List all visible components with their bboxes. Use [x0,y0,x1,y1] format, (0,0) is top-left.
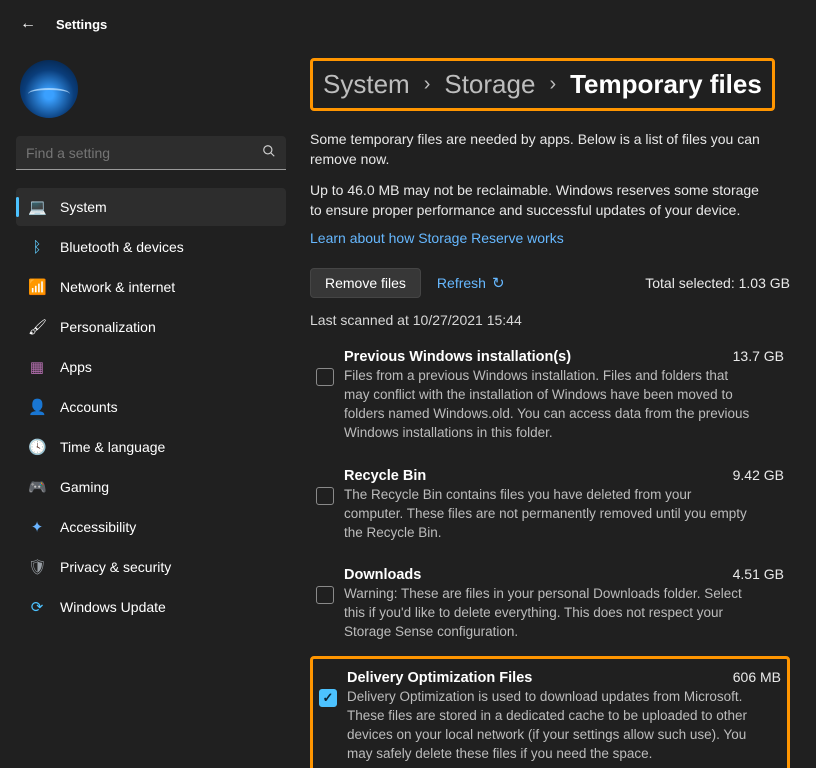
file-previous-windows-checkbox[interactable] [316,368,334,386]
breadcrumb: System › Storage › Temporary files [310,58,775,111]
file-recycle-bin-checkbox[interactable] [316,487,334,505]
file-recycle-bin: Recycle Bin 9.42 GB The Recycle Bin contai… [310,457,790,557]
sidebar-item-update[interactable]: ⟳ Windows Update [16,588,286,626]
sidebar-item-bluetooth-icon: ᛒ [28,239,46,256]
sidebar-item-label: Personalization [60,319,156,335]
file-size: 13.7 GB [733,348,784,364]
breadcrumb-system[interactable]: System [323,69,410,100]
file-description: The Recycle Bin contains files you have … [344,486,754,543]
file-title: Recycle Bin [344,468,426,484]
chevron-right-icon: › [549,73,556,96]
sidebar-item-label: System [60,199,107,215]
back-button[interactable]: ← [20,15,36,33]
refresh-icon: ↻ [492,274,505,292]
file-previous-windows: Previous Windows installation(s) 13.7 GB F… [310,338,790,457]
breadcrumb-storage[interactable]: Storage [444,69,535,100]
sidebar-item-label: Accessibility [60,519,136,535]
sidebar-item-accessibility-icon: ✦ [28,518,46,536]
sidebar-item-label: Apps [60,359,92,375]
sidebar-item-gaming[interactable]: 🎮 Gaming [16,468,286,506]
file-size: 606 MB [733,669,781,685]
file-delivery-optimization-checkbox[interactable]: ✓ [319,689,337,707]
sidebar-item-system[interactable]: 💻 System [16,188,286,226]
sidebar-item-bluetooth[interactable]: ᛒ Bluetooth & devices [16,228,286,266]
sidebar-item-privacy-icon: 🛡 [28,558,46,576]
sidebar-item-label: Gaming [60,479,109,495]
file-title: Delivery Optimization Files [347,670,532,686]
sidebar-item-label: Accounts [60,399,118,415]
sidebar-item-network-icon: 📶 [28,278,46,296]
sidebar-item-time[interactable]: 🕓 Time & language [16,428,286,466]
description-line1: Some temporary files are needed by apps.… [310,129,770,170]
sidebar-item-apps[interactable]: ▦ Apps [16,348,286,386]
sidebar-item-personalization-icon: 🖌 [28,318,46,336]
last-scanned: Last scanned at 10/27/2021 15:44 [310,312,790,328]
file-downloads-checkbox[interactable] [316,586,334,604]
sidebar-item-update-icon: ⟳ [28,598,46,616]
sidebar-item-network[interactable]: 📶 Network & internet [16,268,286,306]
file-description: Files from a previous Windows installati… [344,367,754,443]
sidebar-item-label: Network & internet [60,279,175,295]
sidebar-item-privacy[interactable]: 🛡 Privacy & security [16,548,286,586]
file-title: Downloads [344,567,421,583]
search-input[interactable] [26,145,262,161]
avatar[interactable] [20,60,78,118]
file-title: Previous Windows installation(s) [344,349,571,365]
total-selected: Total selected: 1.03 GB [645,275,790,291]
file-downloads: Downloads 4.51 GB Warning: These are files… [310,556,790,656]
sidebar-item-label: Bluetooth & devices [60,239,184,255]
file-delivery-optimization: ✓ Delivery Optimization Files 606 MB Delive… [310,656,790,768]
sidebar-item-label: Privacy & security [60,559,171,575]
file-description: Warning: These are files in your persona… [344,585,754,642]
file-list: Previous Windows installation(s) 13.7 GB F… [310,338,790,768]
content: System › Storage › Temporary files Some … [300,48,816,768]
file-description: Delivery Optimization is used to downloa… [347,688,757,764]
file-size: 4.51 GB [733,566,784,582]
sidebar-item-apps-icon: ▦ [28,358,46,376]
sidebar: 💻 System ᛒ Bluetooth & devices 📶 Network & in… [0,48,300,768]
sidebar-item-system-icon: 💻 [28,198,46,216]
actions-row: Remove files Refresh ↻ Total selected: 1… [310,268,790,298]
sidebar-item-label: Windows Update [60,599,166,615]
sidebar-item-label: Time & language [60,439,165,455]
refresh-button[interactable]: Refresh ↻ [437,274,505,292]
sidebar-item-personalization[interactable]: 🖌 Personalization [16,308,286,346]
search-box[interactable] [16,136,286,170]
search-icon [262,144,276,161]
sidebar-item-time-icon: 🕓 [28,438,46,456]
sidebar-item-gaming-icon: 🎮 [28,478,46,496]
sidebar-item-accessibility[interactable]: ✦ Accessibility [16,508,286,546]
storage-reserve-link[interactable]: Learn about how Storage Reserve works [310,230,564,246]
remove-files-button[interactable]: Remove files [310,268,421,298]
description-line2: Up to 46.0 MB may not be reclaimable. Wi… [310,180,770,221]
refresh-label: Refresh [437,275,486,291]
breadcrumb-current: Temporary files [570,69,762,100]
app-title: Settings [56,17,107,32]
chevron-right-icon: › [424,73,431,96]
sidebar-item-accounts-icon: 👤 [28,398,46,416]
sidebar-item-accounts[interactable]: 👤 Accounts [16,388,286,426]
file-size: 9.42 GB [733,467,784,483]
